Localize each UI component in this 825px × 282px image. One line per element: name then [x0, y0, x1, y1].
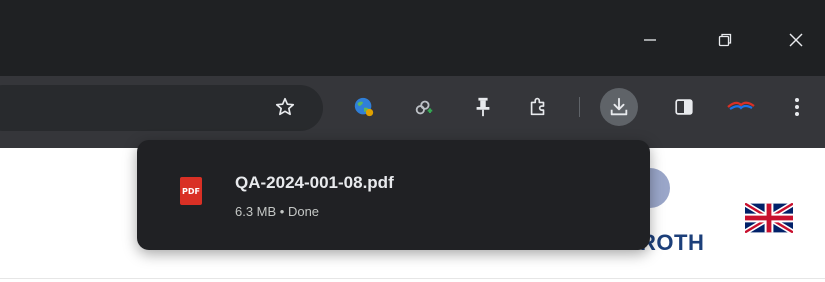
puzzle-icon: [530, 97, 545, 116]
download-icon: [610, 97, 628, 116]
profile-extension-button[interactable]: [722, 88, 760, 126]
browser-menu-button[interactable]: [778, 88, 816, 126]
pdf-file-icon-label: PDF: [182, 186, 200, 196]
minimize-icon: [644, 39, 656, 41]
bookmark-star-button[interactable]: [266, 88, 304, 126]
pin-extension-icon: [476, 97, 490, 117]
side-panel-button[interactable]: [665, 88, 703, 126]
globe-extension-icon: [354, 97, 374, 117]
side-panel-icon: [675, 99, 693, 115]
extensions-button[interactable]: [519, 88, 557, 126]
download-bubble: PDF QA-2024-001-08.pdf 6.3 MB • Done: [137, 140, 650, 250]
kebab-menu-icon: [795, 98, 799, 116]
link-extension-icon: [415, 100, 433, 115]
browser-toolbar: [0, 76, 825, 148]
link-extension-button[interactable]: [405, 88, 443, 126]
restore-button[interactable]: [705, 20, 745, 60]
toolbar-separator: [579, 97, 580, 117]
download-file-name[interactable]: QA-2024-001-08.pdf: [235, 173, 394, 193]
browser-titlebar: [0, 0, 825, 76]
download-status: 6.3 MB • Done: [235, 204, 320, 219]
downloads-button[interactable]: [600, 88, 638, 126]
restore-icon: [718, 33, 732, 47]
close-button[interactable]: [776, 20, 816, 60]
pin-extension-button[interactable]: [464, 88, 502, 126]
profile-extension-icon: [727, 101, 755, 110]
minimize-button[interactable]: [630, 20, 670, 60]
globe-extension-button[interactable]: [345, 88, 383, 126]
close-icon: [789, 33, 803, 47]
page-divider: [0, 278, 825, 279]
uk-flag-icon[interactable]: [745, 203, 793, 233]
pdf-file-icon[interactable]: PDF: [180, 177, 202, 205]
star-icon: [275, 97, 295, 116]
